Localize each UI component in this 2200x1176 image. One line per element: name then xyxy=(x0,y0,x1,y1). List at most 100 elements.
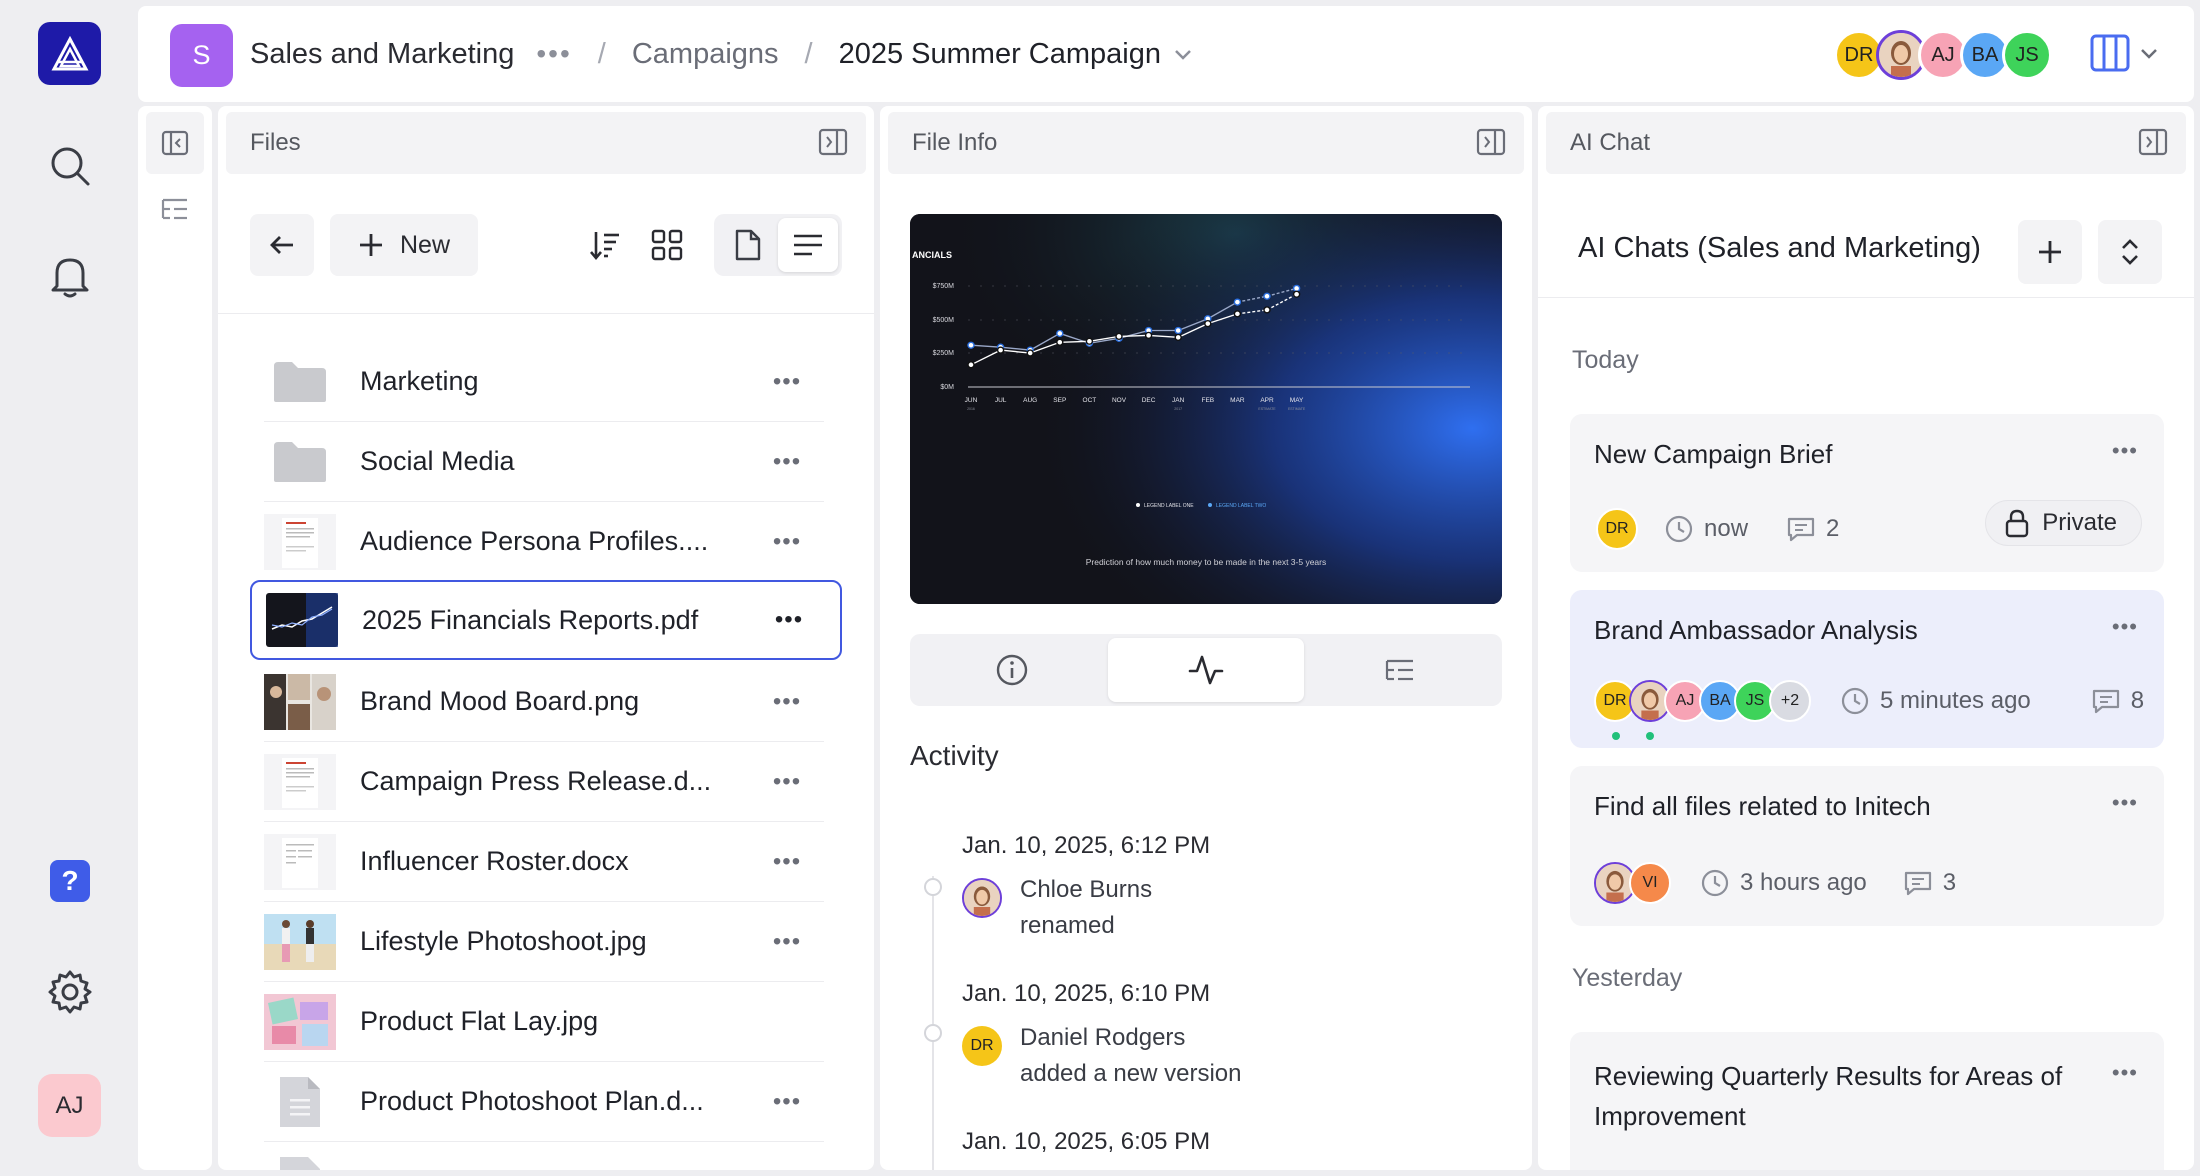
file-more-button[interactable]: ••• xyxy=(762,368,812,396)
preview-series-point xyxy=(1056,329,1064,338)
preview-series-segment xyxy=(1118,334,1149,338)
avatar-initials: AJ xyxy=(1675,692,1695,709)
expand-collapse-button[interactable] xyxy=(2098,220,2162,284)
avatar-dr: DR xyxy=(1596,508,1638,550)
chat-card[interactable]: New Campaign Brief ••• DR now 2 Private xyxy=(1570,414,2164,572)
chat-card-meta: DR AJ BA JS +2 5 minutes ago 8 xyxy=(1594,680,2144,722)
file-more-button[interactable]: ••• xyxy=(762,528,812,556)
chat-more-button[interactable]: ••• xyxy=(2112,438,2138,464)
list-item[interactable]: Product Photoshoot Plan.d... ••• xyxy=(264,1062,824,1142)
new-button[interactable]: New xyxy=(330,214,478,276)
breadcrumb-workspace[interactable]: Sales and Marketing xyxy=(250,38,514,71)
chat-card-time: 3 hours ago xyxy=(1740,869,1867,896)
tab-activity[interactable] xyxy=(1108,638,1304,702)
panel-collapse-strip xyxy=(138,106,212,1170)
layout-switcher[interactable] xyxy=(2090,34,2158,72)
help-button[interactable]: ? xyxy=(50,860,90,902)
document-view-button[interactable] xyxy=(718,218,778,272)
columns-icon xyxy=(2090,34,2130,72)
list-item[interactable]: Audience Persona Profiles.... ••• xyxy=(264,502,824,582)
collaborator-avatars[interactable]: DR AJ BA JS xyxy=(1834,30,2052,80)
app-logo[interactable] xyxy=(38,22,101,85)
list-item[interactable]: Product Flat Lay.jpg ••• xyxy=(264,982,824,1062)
file-more-button[interactable]: ••• xyxy=(762,448,812,476)
list-item-selected[interactable]: 2025 Financials Reports.pdf ••• xyxy=(250,580,842,660)
info-icon xyxy=(996,654,1028,686)
breadcrumb-more-button[interactable]: ••• xyxy=(536,38,571,70)
list-item[interactable] xyxy=(264,1142,824,1170)
sidebar-toggle-icon xyxy=(2138,128,2168,156)
sort-button[interactable] xyxy=(580,220,630,270)
file-name: Marketing xyxy=(360,366,479,396)
collapse-files-button[interactable] xyxy=(818,128,848,156)
preview-series-point xyxy=(1026,349,1034,357)
preview-y-tick: $0M xyxy=(940,384,954,391)
chevron-down-icon[interactable] xyxy=(1173,47,1193,61)
outline-button[interactable] xyxy=(160,196,190,222)
avatar-initials: BA xyxy=(1709,692,1731,709)
list-item[interactable]: Campaign Press Release.d... ••• xyxy=(264,742,824,822)
list-view-button[interactable] xyxy=(778,218,838,272)
file-icon xyxy=(735,229,761,261)
list-item[interactable]: Brand Mood Board.png ••• xyxy=(264,662,824,742)
preview-x-tick: JUL xyxy=(995,397,1007,404)
search-button[interactable] xyxy=(44,140,96,192)
preview-series-point xyxy=(1174,326,1182,335)
breadcrumb-current[interactable]: 2025 Summer Campaign xyxy=(839,38,1161,71)
file-more-button[interactable]: ••• xyxy=(762,768,812,796)
chat-card[interactable]: Find all files related to Initech ••• VI… xyxy=(1570,766,2164,926)
new-button-label: New xyxy=(399,230,450,259)
expand-sidebar-button[interactable] xyxy=(146,112,204,174)
breadcrumb-campaigns[interactable]: Campaigns xyxy=(632,38,779,71)
preview-series-point xyxy=(1233,310,1242,318)
chat-card[interactable]: Brand Ambassador Analysis ••• DR AJ BA J… xyxy=(1570,590,2164,748)
file-more-button[interactable]: ••• xyxy=(762,928,812,956)
chat-more-button[interactable]: ••• xyxy=(2112,1060,2138,1086)
sidebar-toggle-icon xyxy=(1476,128,1506,156)
svg-text:LEGEND LABEL TWO: LEGEND LABEL TWO xyxy=(1216,503,1266,509)
file-name: Audience Persona Profiles.... xyxy=(360,526,709,556)
list-item[interactable]: Marketing ••• xyxy=(264,342,824,422)
file-more-button[interactable]: ••• xyxy=(762,688,812,716)
avatar-js[interactable]: JS xyxy=(2002,30,2052,80)
list-item[interactable]: Influencer Roster.docx ••• xyxy=(264,822,824,902)
preview-x-tick: MAY xyxy=(1290,397,1304,404)
back-button[interactable] xyxy=(250,214,314,276)
list-item[interactable]: Lifestyle Photoshoot.jpg ••• xyxy=(264,902,824,982)
activity-icon xyxy=(1188,655,1224,685)
tab-outline[interactable] xyxy=(1302,638,1498,702)
workspace-badge[interactable]: S xyxy=(170,24,233,87)
file-more-button[interactable]: ••• xyxy=(762,848,812,876)
chat-card-meta: VI 3 hours ago 3 xyxy=(1594,862,1956,904)
chat-card-comments: 8 xyxy=(2130,687,2145,714)
tab-info[interactable] xyxy=(914,638,1110,702)
ai-chat-panel: AI Chat AI Chats (Sales and Marketing) T… xyxy=(1538,106,2194,1170)
event-action: added a new version xyxy=(1020,1060,1242,1087)
file-name: Social Media xyxy=(360,446,515,476)
collapse-chat-button[interactable] xyxy=(2138,128,2168,156)
new-chat-button[interactable] xyxy=(2018,220,2082,284)
breadcrumb-separator: / xyxy=(804,37,813,70)
chat-more-button[interactable]: ••• xyxy=(2112,790,2138,816)
collapse-file-info-button[interactable] xyxy=(1476,128,1506,156)
plus-icon xyxy=(2039,241,2061,263)
grid-view-button[interactable] xyxy=(642,220,692,270)
comment-icon xyxy=(1787,517,1815,542)
user-avatar[interactable]: AJ xyxy=(38,1074,101,1137)
file-more-button[interactable]: ••• xyxy=(764,606,814,634)
panel-title: File Info xyxy=(912,129,998,156)
file-preview[interactable]: ANCIALS $750M $500M $250M $0M JUN 2016 JUL AUG… xyxy=(910,214,1502,604)
preview-x-tick: AUG xyxy=(1023,397,1037,404)
document-file-icon xyxy=(264,1155,336,1170)
event-time: Jan. 10, 2025, 6:05 PM xyxy=(962,1128,1211,1155)
view-toggle xyxy=(714,214,842,276)
settings-button[interactable] xyxy=(44,966,96,1018)
chat-more-button[interactable]: ••• xyxy=(2112,614,2138,640)
file-more-button[interactable]: ••• xyxy=(762,1088,812,1116)
avatar-initials: DR xyxy=(970,1037,994,1054)
private-badge[interactable]: Private xyxy=(1985,500,2142,546)
list-item[interactable]: Social Media ••• xyxy=(264,422,824,502)
chat-card[interactable]: Reviewing Quarterly Results for Areas of… xyxy=(1570,1032,2164,1170)
notifications-button[interactable] xyxy=(44,250,96,302)
event-time: Jan. 10, 2025, 6:10 PM xyxy=(962,980,1211,1007)
